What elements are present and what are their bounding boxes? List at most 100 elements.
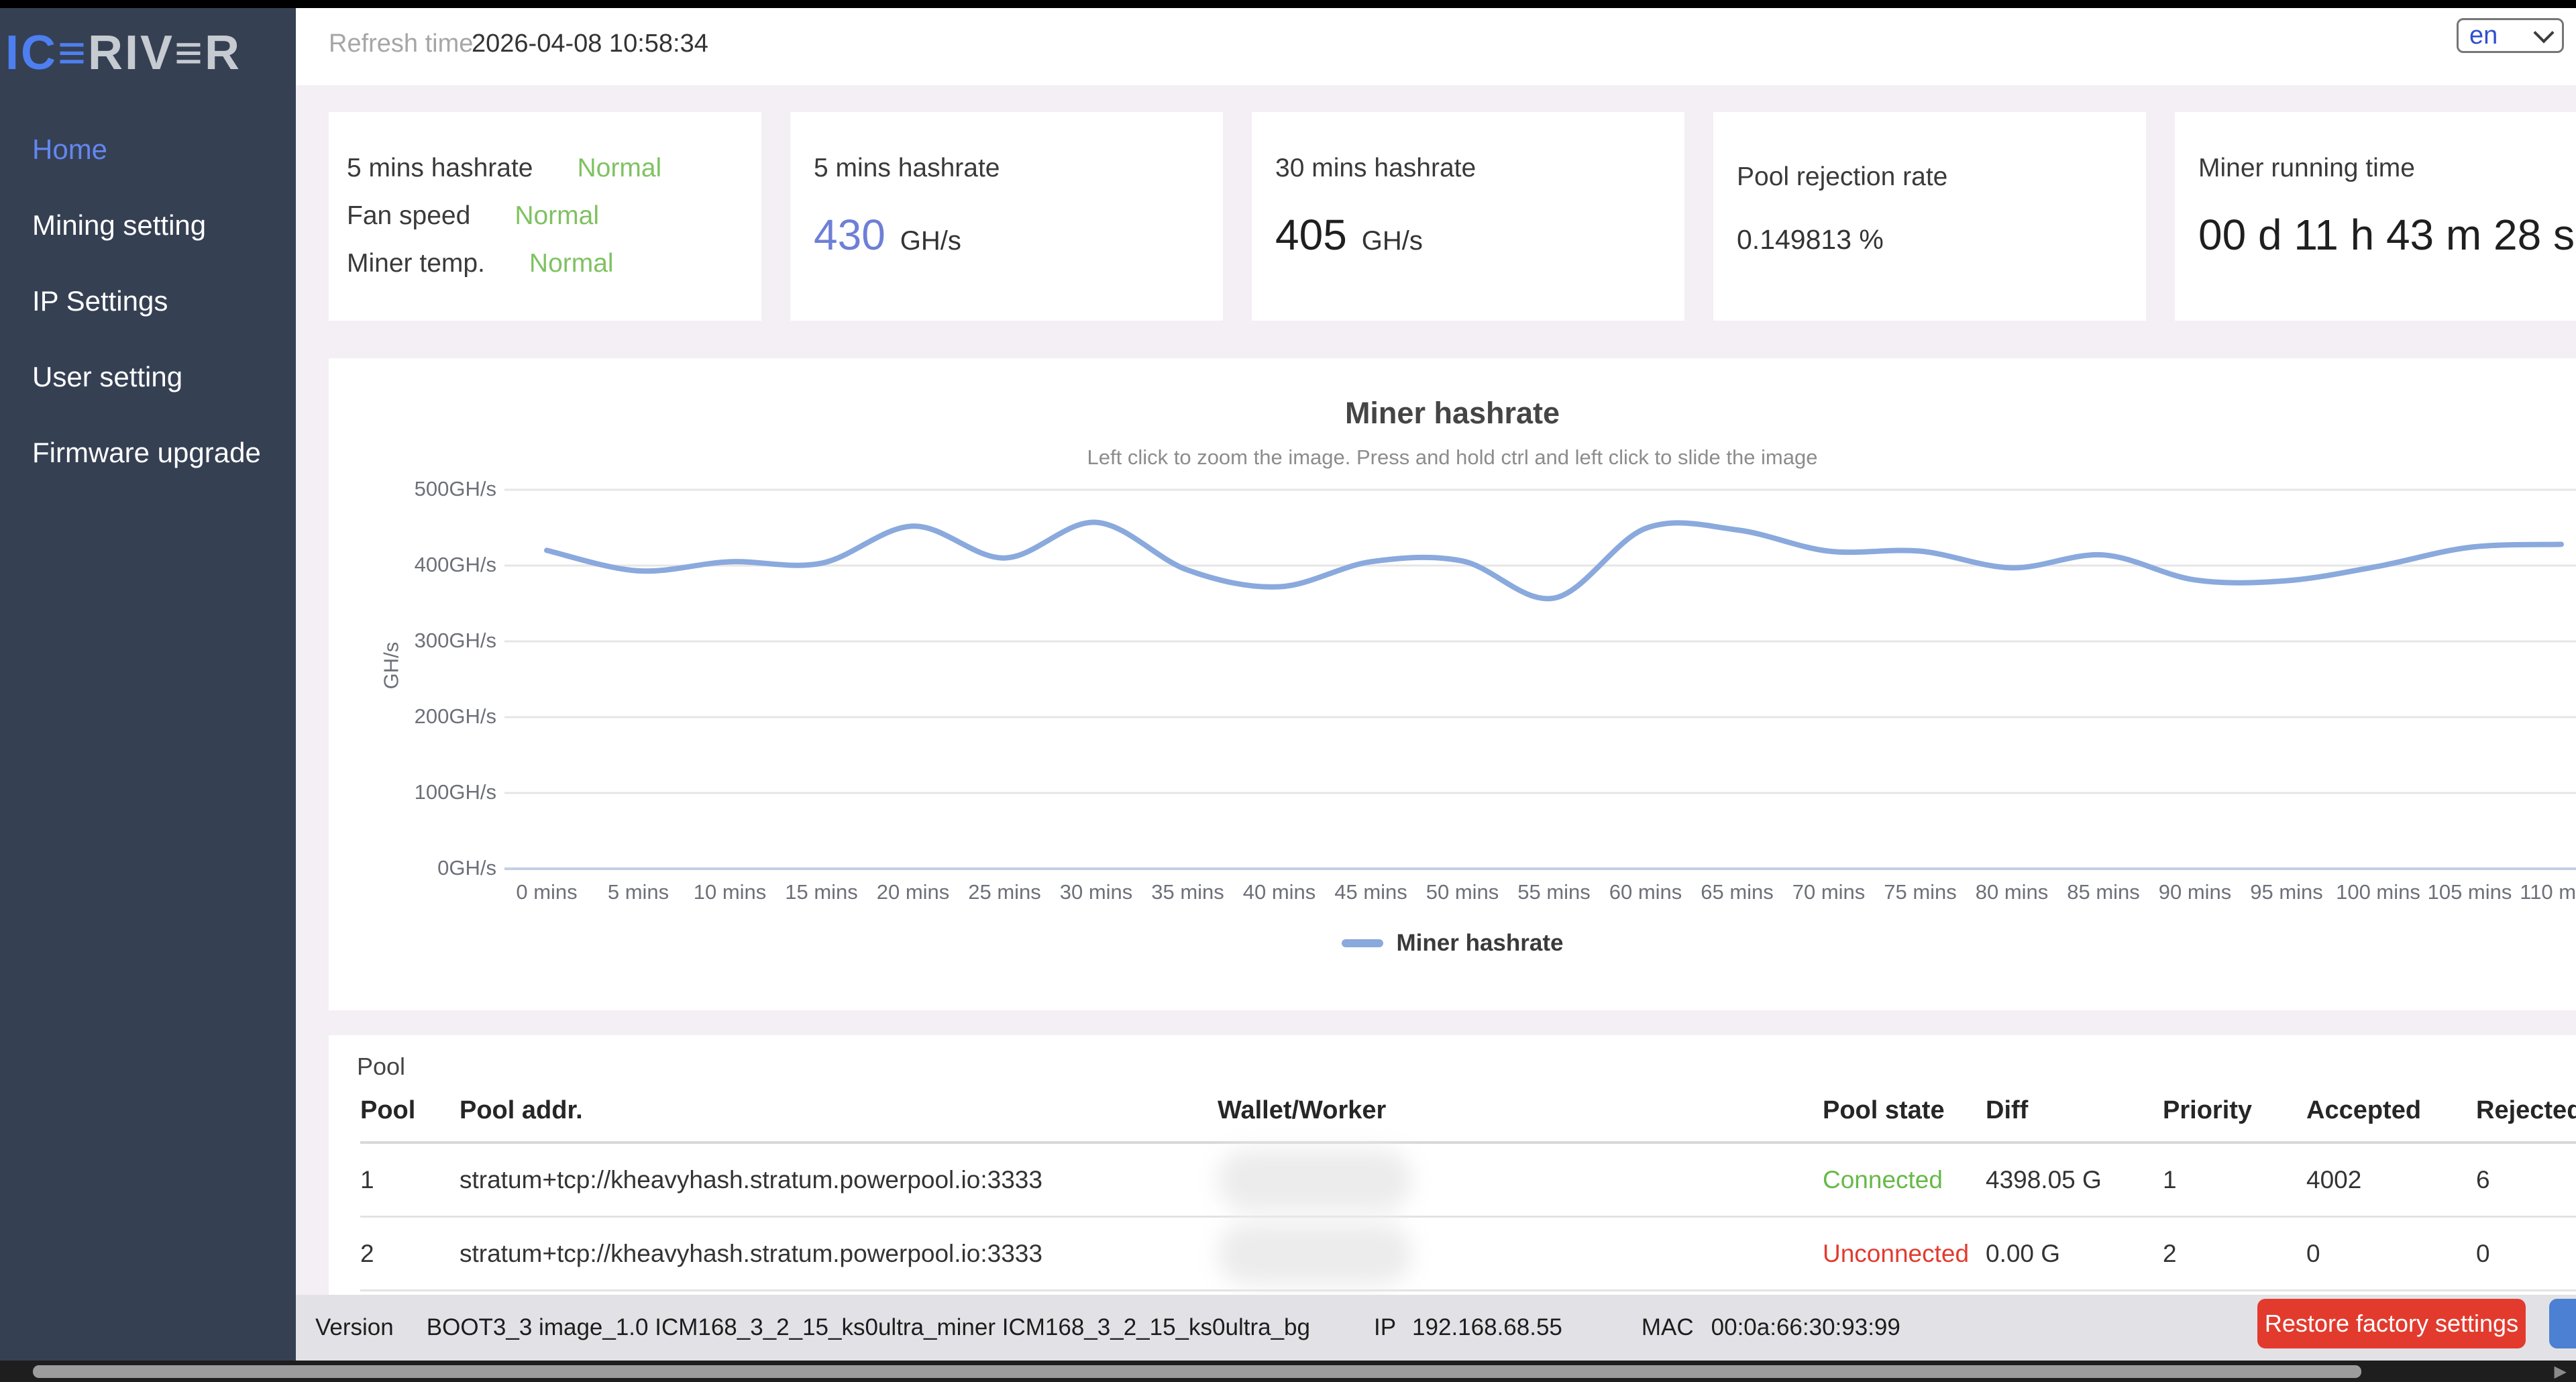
chevron-down-icon [2533, 22, 2555, 44]
pool-col-header: Rejected [2476, 1079, 2576, 1144]
pool-cell: 0.00 G [1986, 1216, 2163, 1291]
sidebar-item-home[interactable]: Home [32, 133, 261, 166]
legend-line-marker [1341, 939, 1383, 947]
scrollbar-right-arrow-icon[interactable]: ▶ [2555, 1362, 2567, 1381]
version-label: Version [315, 1314, 394, 1340]
table-row: 2 stratum+tcp://kheavyhash.stratum.powerp… [360, 1216, 2576, 1291]
pool-cell: stratum+tcp://kheavyhash.stratum.powerpo… [460, 1142, 1218, 1218]
sidebar-item-user-setting[interactable]: User setting [32, 360, 261, 394]
iceriver-logo: IC≡RIV≡R [5, 25, 241, 81]
logo-blue-part: IC≡ [5, 26, 89, 80]
pool-panel: Pool Pool Pool addr. Wallet/Worker Pool sta… [329, 1035, 2576, 1295]
y-tick-label: 100GH/s [414, 780, 496, 804]
pool-cell: 4398.05 G [1986, 1142, 2163, 1218]
pool-table: Pool Pool addr. Wallet/Worker Pool state Dif… [360, 1079, 2576, 1291]
card-label: Miner running time [2198, 154, 2415, 182]
partial-blue-button[interactable] [2549, 1299, 2576, 1348]
y-tick-label: 300GH/s [414, 629, 496, 652]
pool-state-cell: Connected [1823, 1142, 1986, 1218]
table-row: 1 stratum+tcp://kheavyhash.stratum.powerp… [360, 1142, 2576, 1218]
legend-label: Miner hashrate [1396, 930, 1564, 956]
pool-cell: 0 [2306, 1216, 2476, 1291]
refresh-time-label: Refresh time [329, 30, 474, 58]
card-value: 405 [1275, 211, 1347, 259]
card-label: Pool rejection rate [1737, 162, 1948, 191]
pool-col-header: Diff [1986, 1079, 2163, 1144]
pool-cell: 0 [2476, 1216, 2576, 1291]
sidebar: IC≡RIV≡R Home Mining setting IP Settings Us… [0, 8, 296, 1361]
status-label: Fan speed [347, 201, 471, 230]
card-value: 0.149813 % [1737, 224, 1884, 255]
hashrate-line-chart[interactable] [329, 358, 2576, 1010]
status-badge: Normal [515, 201, 599, 230]
pool-col-header: Wallet/Worker [1218, 1079, 1823, 1144]
card-30min-hashrate: 30 mins hashrate 405 GH/s [1252, 112, 1684, 321]
card-pool-rejection: Pool rejection rate 0.149813 % [1713, 112, 2146, 321]
card-running-time: Miner running time 00 d 11 h 43 m 28 s [2175, 112, 2576, 321]
y-tick-label: 400GH/s [414, 553, 496, 576]
pool-col-header: Accepted [2306, 1079, 2476, 1144]
pool-cell: 1 [2163, 1142, 2306, 1218]
status-label: Miner temp. [347, 249, 485, 278]
pool-cell: 2 [2163, 1216, 2306, 1291]
sidebar-item-ip-settings[interactable]: IP Settings [32, 284, 261, 318]
card-label: 30 mins hashrate [1275, 154, 1477, 182]
ip-value: 192.168.68.55 [1412, 1314, 1562, 1340]
pool-cell: 6 [2476, 1142, 2576, 1218]
status-badge: Normal [529, 249, 614, 278]
pool-cell: 2 [360, 1216, 460, 1291]
pool-cell: stratum+tcp://kheavyhash.stratum.powerpo… [460, 1216, 1218, 1291]
status-label: 5 mins hashrate [347, 154, 533, 182]
pool-section-title: Pool [357, 1053, 406, 1080]
x-tick-label: 110 mins [2520, 880, 2576, 904]
ip-label: IP [1373, 1314, 1397, 1340]
sidebar-item-firmware-upgrade[interactable]: Firmware upgrade [32, 436, 261, 470]
pool-cell: 4002 [2306, 1142, 2476, 1218]
top-strip [0, 0, 2576, 8]
wallet-redacted-blur [1218, 1149, 1412, 1211]
restore-factory-settings-button[interactable]: Restore factory settings [2257, 1299, 2526, 1348]
logo-silver-part: RIV≡R [88, 26, 242, 80]
card-value: 00 d 11 h 43 m 28 s [2198, 211, 2575, 259]
sidebar-item-mining-setting[interactable]: Mining setting [32, 209, 261, 242]
mac-label: MAC [1641, 1314, 1694, 1340]
y-axis-name: GH/s [379, 641, 403, 690]
version-bar: Version BOOT3_3 image_1.0 ICM168_3_2_15_… [296, 1295, 2576, 1361]
language-select[interactable]: en [2457, 18, 2564, 53]
wallet-worker-cell [1218, 1142, 1823, 1218]
scrollbar-thumb[interactable] [33, 1365, 2361, 1378]
sidebar-menu: Home Mining setting IP Settings User settin… [32, 133, 261, 512]
hashrate-series-line [544, 519, 2564, 602]
status-card: 5 mins hashrate Normal Fan speed Normal … [329, 112, 761, 321]
status-row-fan: Fan speed Normal [347, 201, 761, 231]
pool-table-header-row: Pool Pool addr. Wallet/Worker Pool state Dif… [360, 1079, 2576, 1144]
version-value: BOOT3_3 image_1.0 ICM168_3_2_15_ks0ultra… [426, 1314, 1310, 1340]
mac-value: 00:0a:66:30:93:99 [1711, 1314, 1900, 1340]
pool-state-cell: Unconnected [1823, 1216, 1986, 1291]
card-unit: GH/s [1361, 226, 1423, 256]
topbar: Refresh time 2026-04-08 10:58:34 en [296, 8, 2576, 85]
status-badge: Normal [577, 154, 662, 182]
screen: IC≡RIV≡R Home Mining setting IP Settings Us… [0, 0, 2576, 1382]
status-row-hashrate: 5 mins hashrate Normal [347, 154, 761, 183]
y-tick-label: 200GH/s [414, 704, 496, 728]
y-tick-label: 0GH/s [437, 856, 496, 880]
card-unit: GH/s [900, 226, 961, 256]
hashrate-chart-panel[interactable]: Miner hashrate Left click to zoom the im… [329, 358, 2576, 1010]
pool-col-header: Pool addr. [460, 1079, 1218, 1144]
status-row-temp: Miner temp. Normal [347, 249, 761, 278]
pool-cell: 1 [360, 1142, 460, 1218]
language-value: en [2469, 21, 2498, 50]
wallet-worker-cell [1218, 1216, 1823, 1291]
y-tick-label: 500GH/s [414, 477, 496, 500]
chart-legend[interactable]: Miner hashrate [329, 930, 2576, 957]
pool-col-header: Pool state [1823, 1079, 1986, 1144]
refresh-time-value: 2026-04-08 10:58:34 [472, 30, 708, 58]
card-label: 5 mins hashrate [814, 154, 1000, 182]
wallet-redacted-blur [1218, 1222, 1412, 1285]
card-5min-hashrate: 5 mins hashrate 430 GH/s [790, 112, 1223, 321]
card-value: 430 [814, 211, 885, 259]
pool-col-header: Pool [360, 1079, 460, 1144]
pool-col-header: Priority [2163, 1079, 2306, 1144]
horizontal-scrollbar[interactable]: ▶ [0, 1361, 2576, 1382]
